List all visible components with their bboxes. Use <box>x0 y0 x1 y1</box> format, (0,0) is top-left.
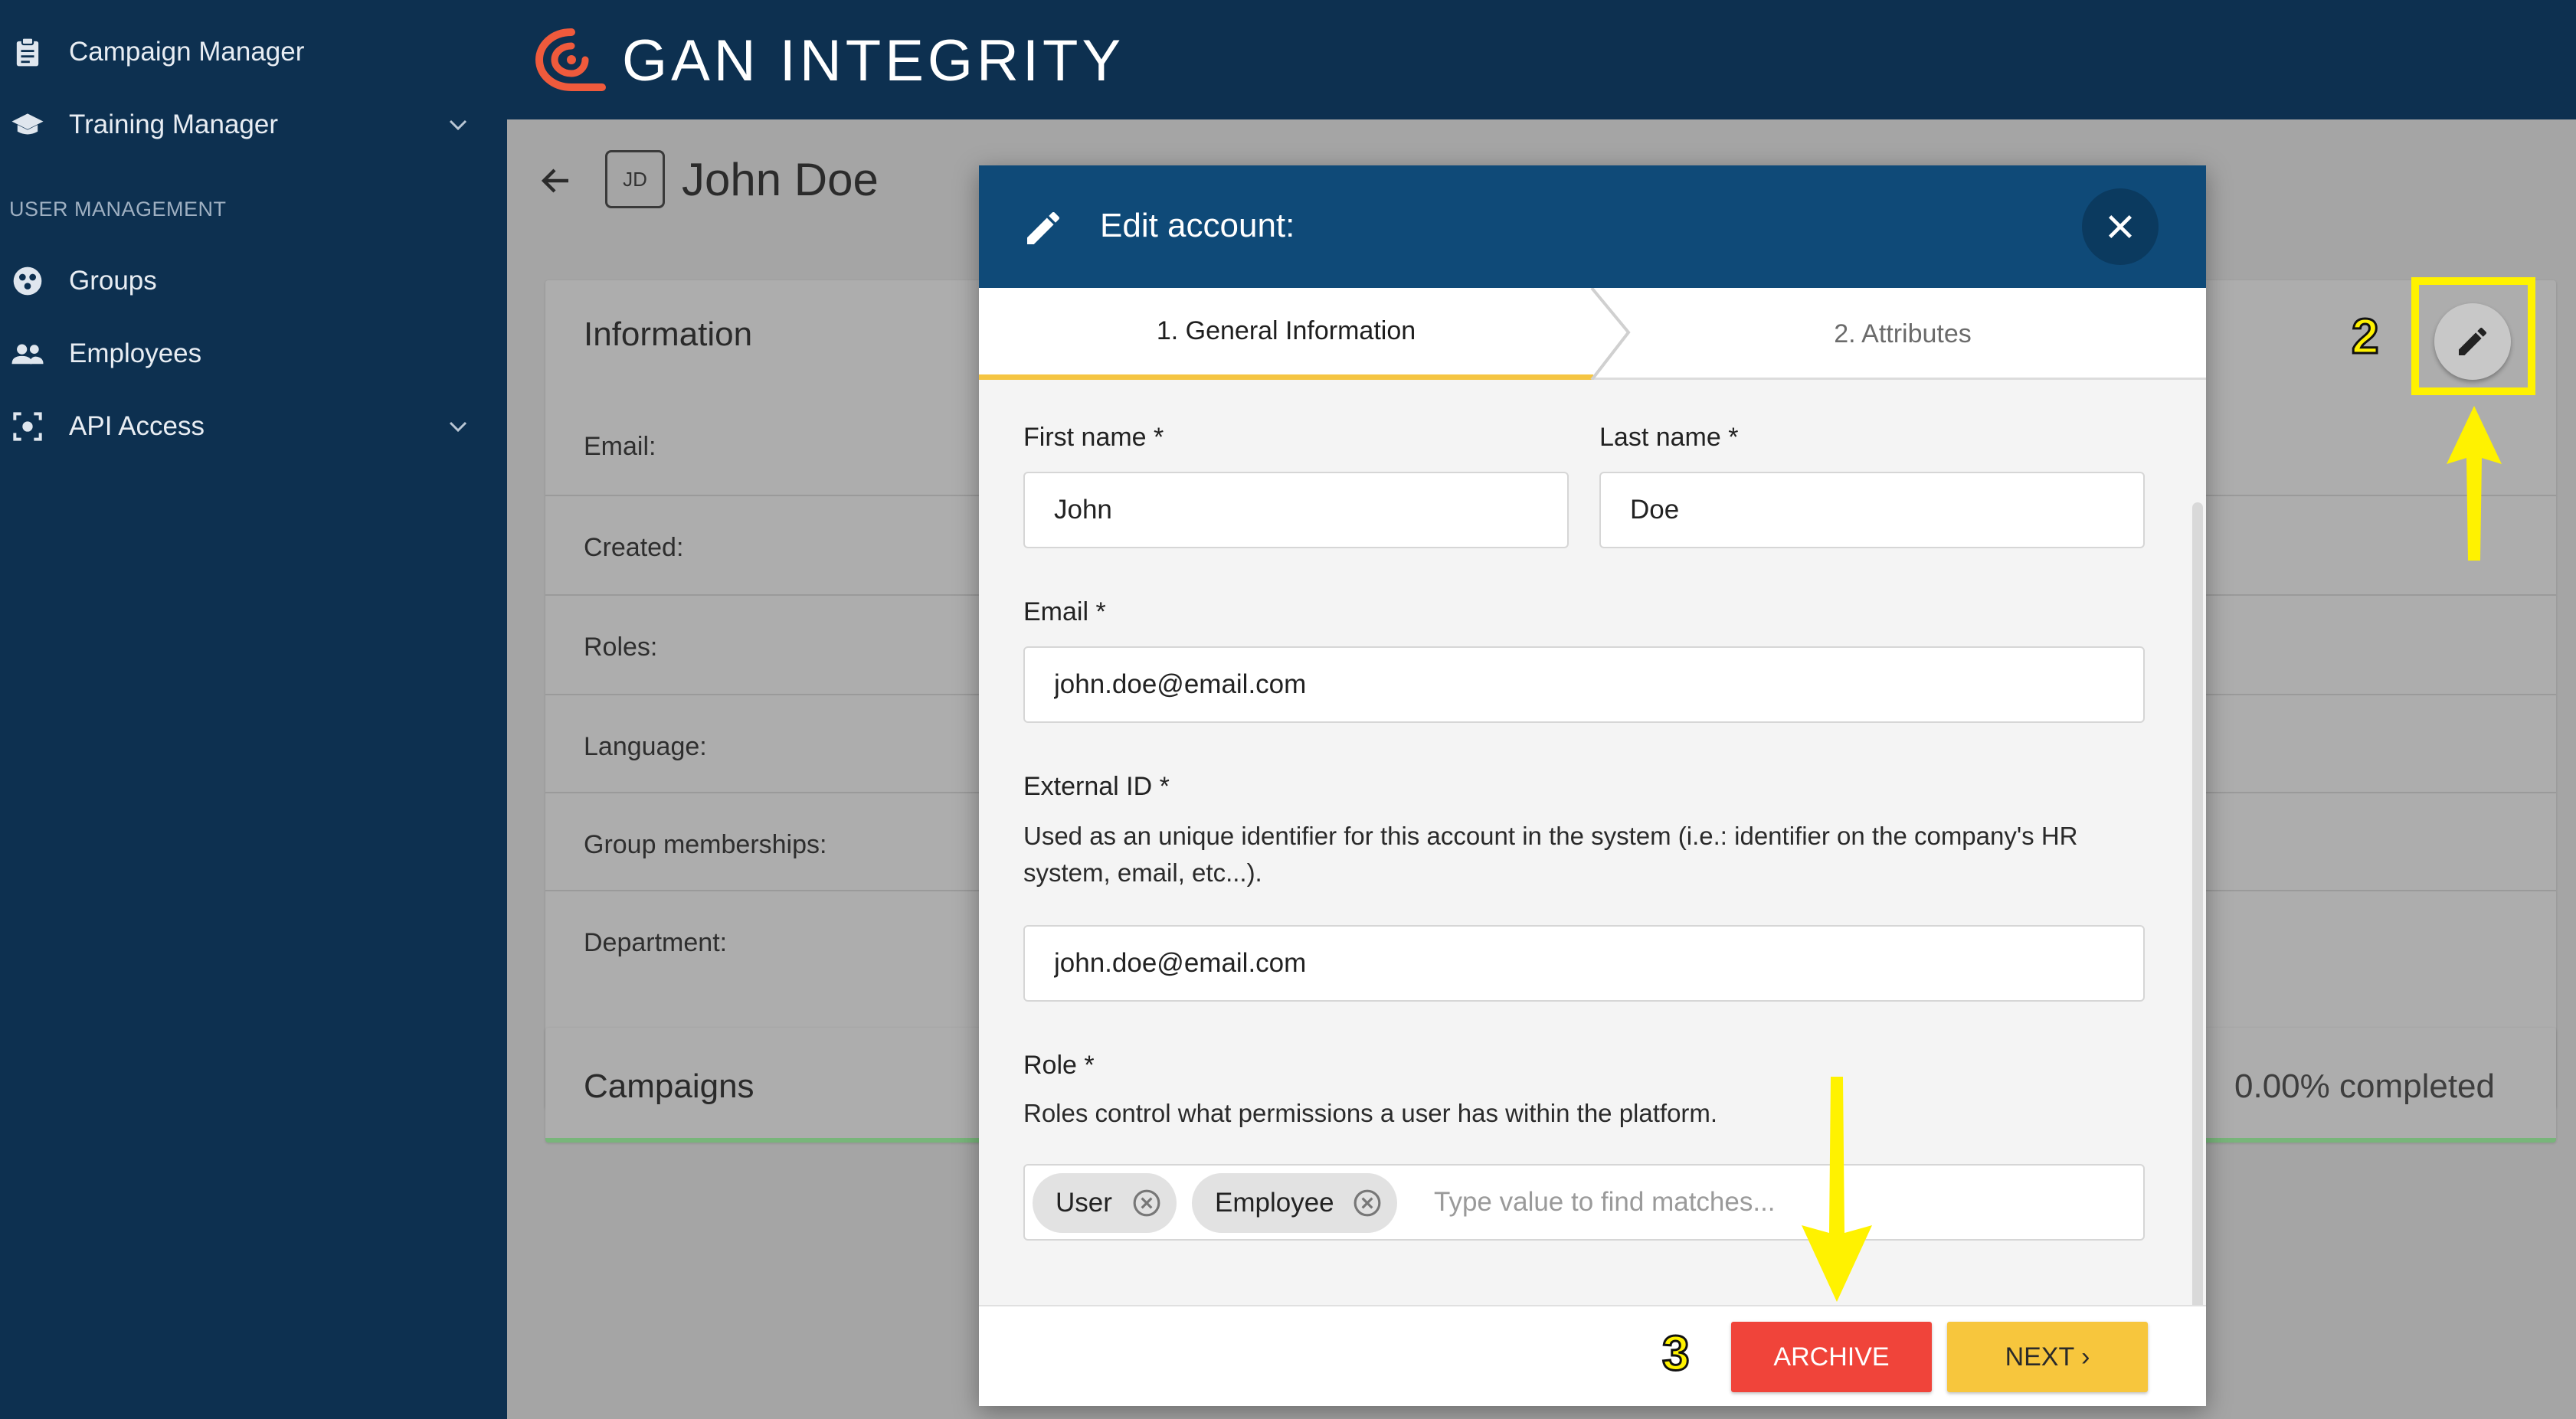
sidebar-item-label: Training Manager <box>69 110 279 139</box>
brand-logo-icon <box>535 26 608 93</box>
email-label: Email * <box>1023 597 1106 626</box>
chevron-down-icon[interactable] <box>443 110 473 140</box>
last-name-field[interactable] <box>1599 472 2145 548</box>
clipboard-icon <box>11 35 44 69</box>
edit-account-modal: Edit account: 1. General Information 2. … <box>979 165 2206 1406</box>
arrow-down-annotation-icon <box>1799 1075 1875 1305</box>
sidebar-item-label: API Access <box>69 411 205 441</box>
sidebar-item-label: Groups <box>69 266 157 296</box>
remove-chip-icon[interactable] <box>1132 1188 1161 1218</box>
archive-button[interactable]: ARCHIVE <box>1731 1322 1932 1392</box>
info-label: Roles: <box>584 633 658 662</box>
groups-icon <box>11 264 44 298</box>
close-icon <box>2105 211 2136 242</box>
step-tabs: 1. General Information 2. Attributes <box>979 288 2206 380</box>
role-chip-employee: Employee <box>1192 1173 1397 1233</box>
sidebar-item-api-access[interactable]: API Access <box>0 394 507 459</box>
api-icon <box>11 410 44 443</box>
tab-general-information[interactable]: 1. General Information <box>979 288 1593 380</box>
role-chip-user: User <box>1033 1173 1177 1233</box>
first-name-label: First name * <box>1023 423 1164 452</box>
last-name-label: Last name * <box>1599 423 1739 452</box>
sidebar-item-label: Employees <box>69 338 202 368</box>
modal-footer: ARCHIVE NEXT › <box>979 1305 2206 1406</box>
information-title: Information <box>584 316 753 353</box>
modal-scrollbar[interactable] <box>2192 502 2203 1406</box>
chevron-down-icon[interactable] <box>443 411 473 442</box>
info-label: Group memberships: <box>584 830 827 859</box>
chip-label: Employee <box>1215 1188 1334 1218</box>
sidebar-item-training-manager[interactable]: Training Manager <box>0 93 507 157</box>
remove-chip-icon[interactable] <box>1353 1188 1382 1218</box>
info-label: Language: <box>584 732 707 761</box>
sidebar-item-groups[interactable]: Groups <box>0 249 507 313</box>
step-number-2: 2 <box>2351 308 2381 365</box>
email-field[interactable] <box>1023 646 2145 723</box>
close-button[interactable] <box>2082 188 2159 265</box>
external-id-field[interactable] <box>1023 925 2145 1002</box>
role-label: Role * <box>1023 1051 1095 1080</box>
back-arrow-icon[interactable] <box>538 162 574 199</box>
sidebar-item-employees[interactable]: Employees <box>0 322 507 386</box>
completion-status: 0.00% completed <box>2234 1068 2495 1105</box>
page-title: John Doe <box>682 154 879 205</box>
avatar: JD <box>605 150 665 208</box>
sidebar-item-campaign-manager[interactable]: Campaign Manager <box>0 20 507 84</box>
pencil-icon <box>1022 207 1065 250</box>
chip-label: User <box>1056 1188 1112 1218</box>
tab-attributes[interactable]: 2. Attributes <box>1599 288 2206 380</box>
modal-header: Edit account: <box>979 165 2206 288</box>
role-help: Roles control what permissions a user ha… <box>1023 1099 1718 1127</box>
sidebar-item-label: Campaign Manager <box>69 37 305 67</box>
external-id-label: External ID * <box>1023 772 1170 801</box>
step-number-3: 3 <box>1661 1325 1691 1382</box>
first-name-field[interactable] <box>1023 472 1569 548</box>
top-header: GAN INTEGRITY <box>507 0 2576 119</box>
info-label: Department: <box>584 928 728 957</box>
info-label: Email: <box>584 432 656 461</box>
sidebar-section-title: USER MANAGEMENT <box>9 198 227 221</box>
external-id-help: Used as an unique identifier for this ac… <box>1023 822 2078 887</box>
campaigns-title: Campaigns <box>584 1068 754 1105</box>
highlight-box <box>2411 277 2535 395</box>
modal-title: Edit account: <box>1100 207 1295 244</box>
brand-name: GAN INTEGRITY <box>622 28 1125 93</box>
graduation-cap-icon <box>11 108 44 142</box>
employees-icon <box>11 337 44 371</box>
info-label: Created: <box>584 533 684 562</box>
role-search-input[interactable]: Type value to find matches... <box>1434 1187 1776 1218</box>
role-select[interactable]: User Employee Type value to find matches… <box>1023 1164 2145 1241</box>
next-button[interactable]: NEXT › <box>1947 1322 2148 1392</box>
sidebar: Campaign Manager Training Manager USER M… <box>0 0 507 1419</box>
arrow-up-annotation-icon <box>2443 403 2505 564</box>
